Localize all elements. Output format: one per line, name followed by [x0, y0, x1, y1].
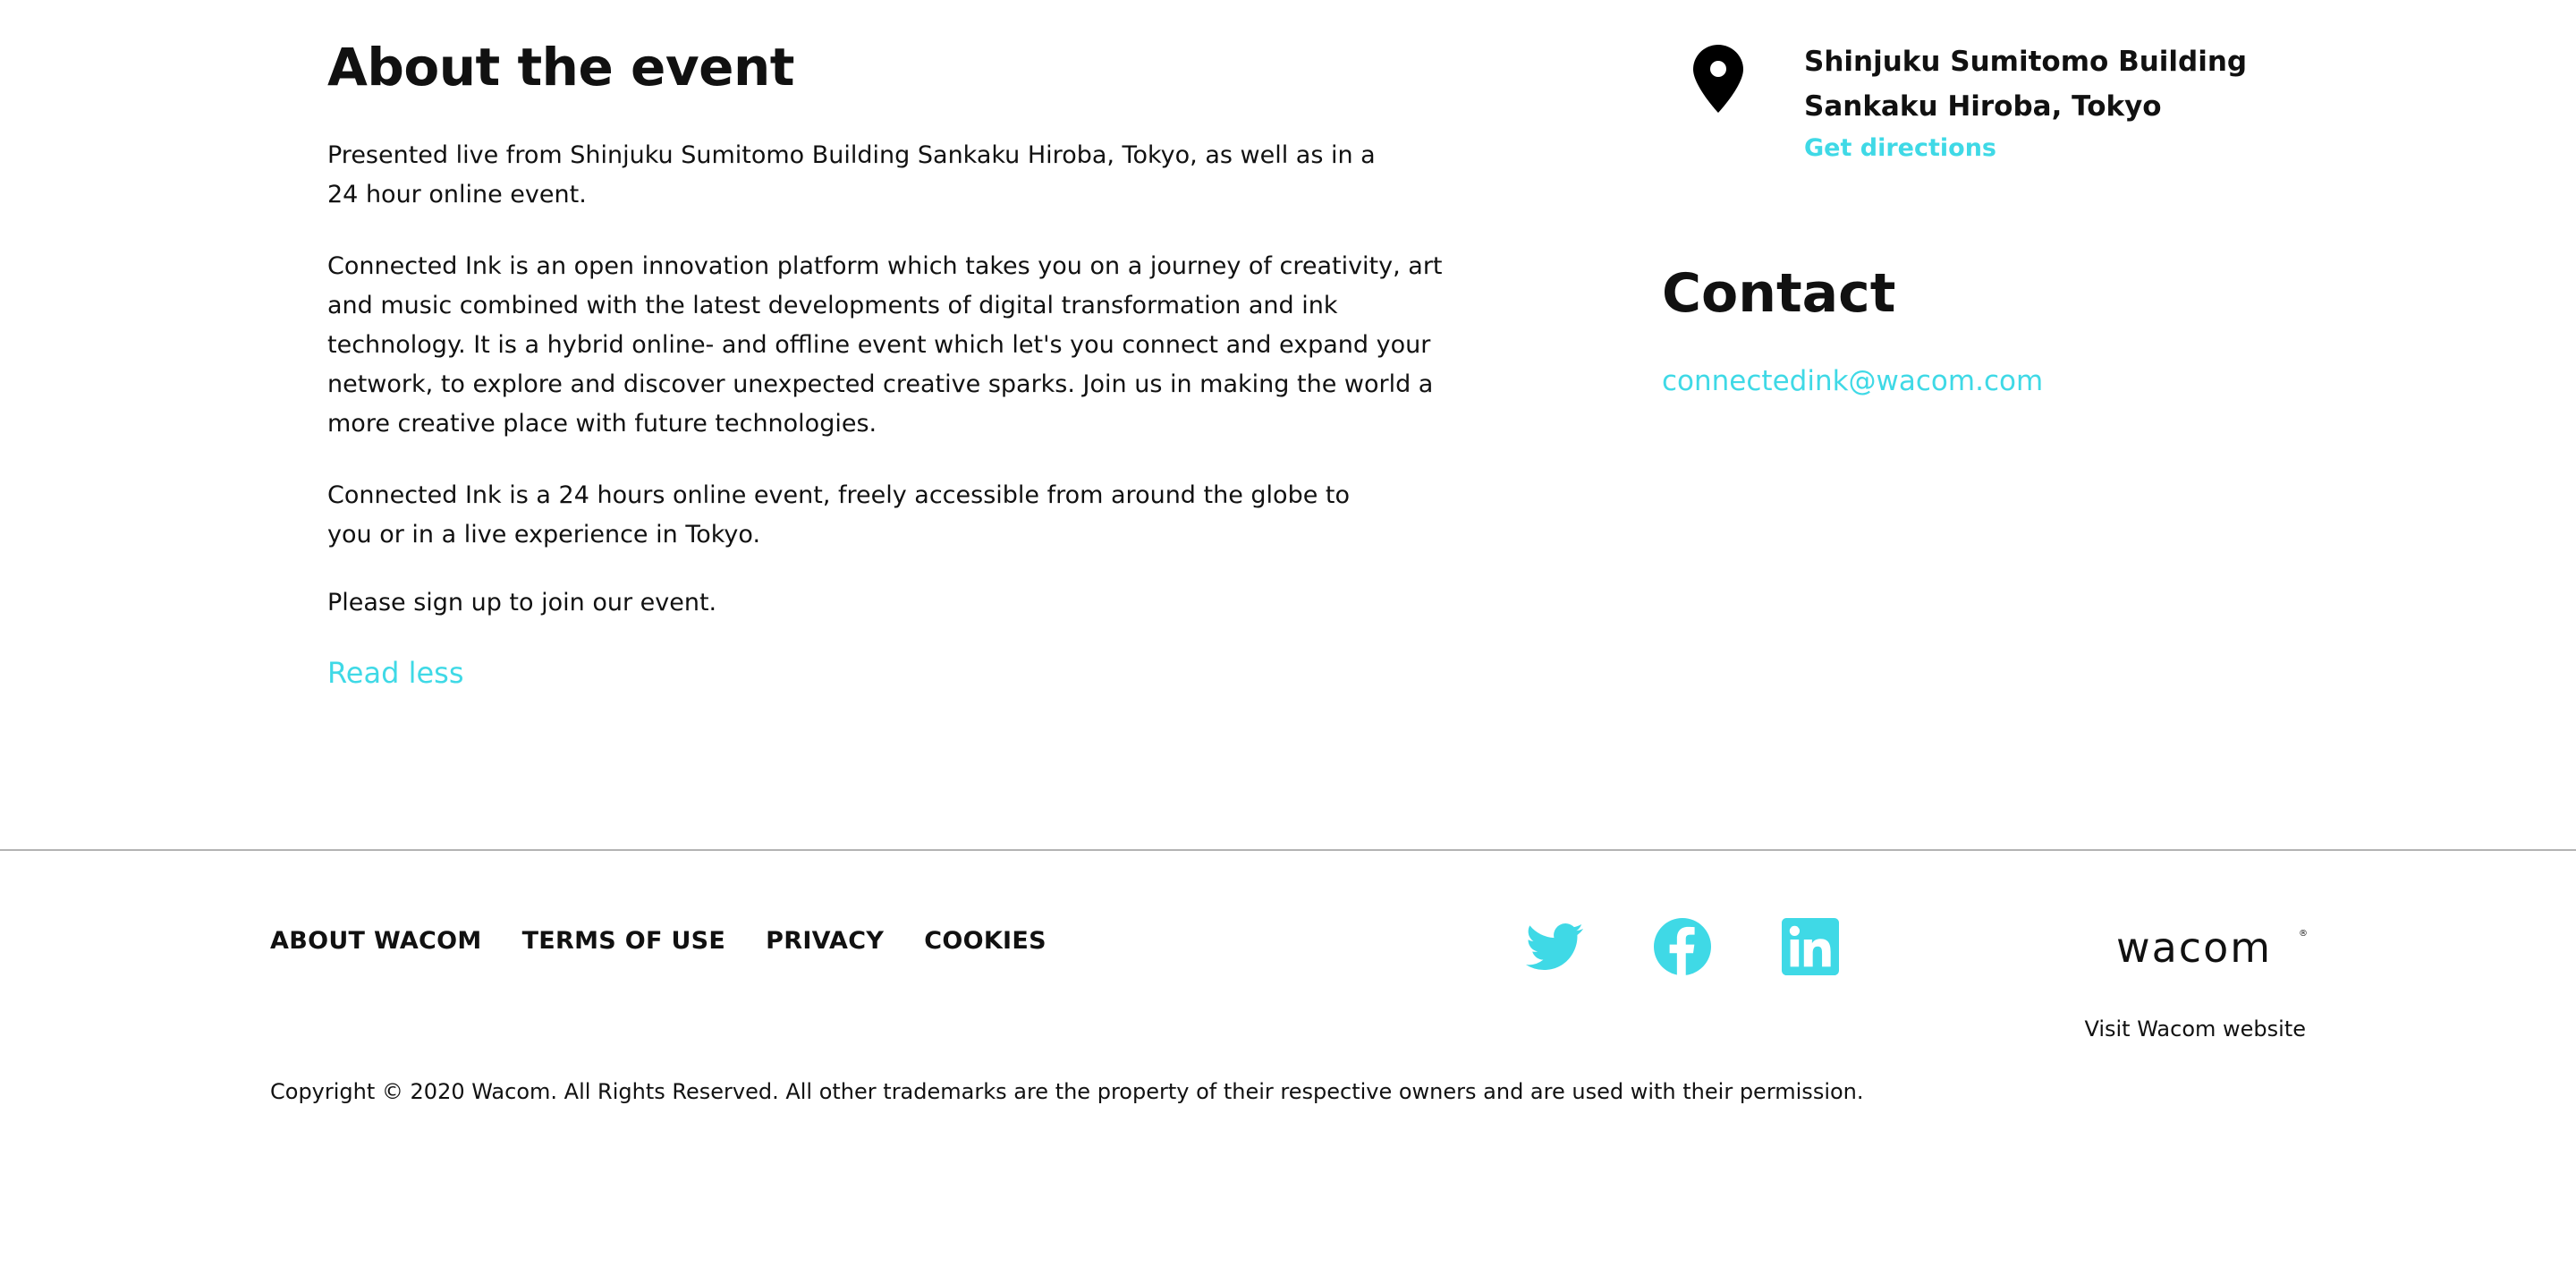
- footer-link-about-wacom[interactable]: ABOUT WACOM: [270, 927, 482, 955]
- linkedin-icon[interactable]: [1782, 918, 1839, 975]
- footer-divider: [0, 849, 2576, 851]
- facebook-icon[interactable]: [1654, 918, 1711, 975]
- about-title: About the event: [327, 37, 795, 98]
- venue-name: Shinjuku Sumitomo Building Sankaku Hirob…: [1804, 46, 2248, 123]
- contact-title: Contact: [1662, 262, 1896, 325]
- twitter-icon[interactable]: [1526, 918, 1583, 975]
- wacom-logo: wacom ®: [2116, 925, 2308, 970]
- wacom-logo-text: wacom: [2116, 923, 2273, 972]
- visit-wacom-link[interactable]: Visit Wacom website: [2084, 1016, 2306, 1042]
- registered-mark: ®: [2299, 929, 2308, 939]
- about-paragraph: Connected Ink is a 24 hours online event…: [327, 481, 1351, 548]
- footer-link-privacy[interactable]: PRIVACY: [766, 927, 884, 955]
- footer-link-cookies[interactable]: COOKIES: [924, 927, 1046, 955]
- about-paragraph: Connected Ink is an open innovation plat…: [327, 252, 1443, 438]
- contact-email-link[interactable]: connectedink@wacom.com: [1662, 365, 2043, 397]
- footer-nav: ABOUT WACOM TERMS OF USE PRIVACY COOKIES: [270, 927, 1046, 955]
- copyright-text: Copyright © 2020 Wacom. All Rights Reser…: [270, 1079, 1864, 1104]
- read-less-link[interactable]: Read less: [327, 655, 464, 691]
- get-directions-link[interactable]: Get directions: [1804, 134, 1996, 162]
- about-paragraph: Please sign up to join our event.: [327, 589, 717, 616]
- about-paragraph: Presented live from Shinjuku Sumitomo Bu…: [327, 141, 1376, 208]
- about-section: About the event Presented live from Shin…: [327, 36, 1445, 690]
- footer-link-terms-of-use[interactable]: TERMS OF USE: [522, 927, 726, 955]
- map-pin-icon: [1693, 45, 1743, 113]
